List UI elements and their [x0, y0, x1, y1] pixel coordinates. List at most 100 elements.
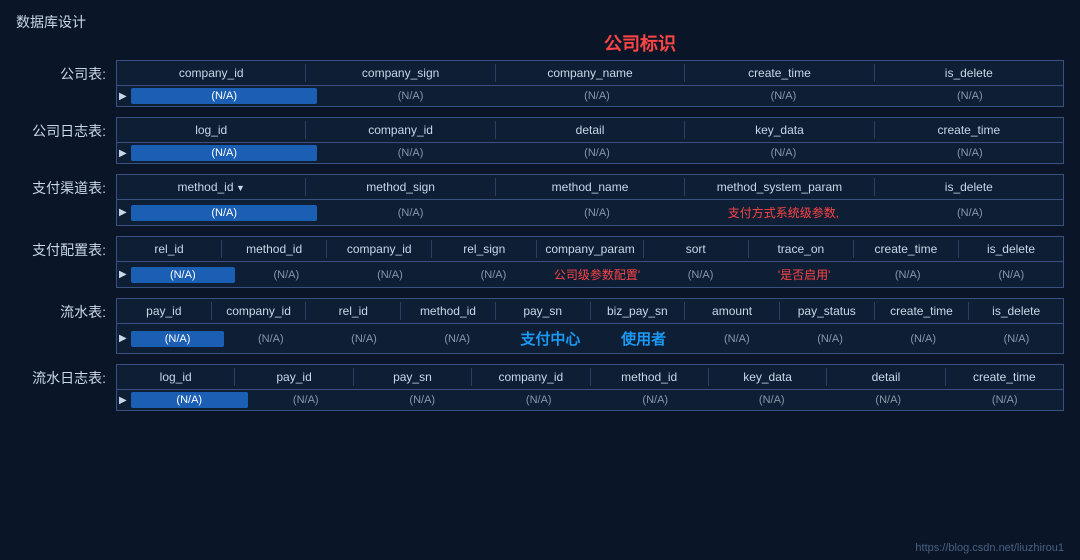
header-cell-1-3: key_data — [685, 121, 874, 139]
arrow-icon-5: ▶ — [117, 395, 131, 406]
header-cell-5-6: detail — [827, 368, 945, 386]
header-cell-2-4: is_delete — [875, 178, 1063, 196]
data-cell-2-2: (N/A) — [504, 205, 690, 221]
header-cell-3-1: method_id — [222, 240, 327, 258]
header-cell-5-1: pay_id — [235, 368, 353, 386]
table-label-1: 公司日志表: — [16, 117, 116, 141]
table-wrapper-0: company_idcompany_signcompany_namecreate… — [116, 60, 1064, 107]
table-header-4: pay_idcompany_idrel_idmethod_idpay_snbiz… — [117, 299, 1063, 324]
header-cell-2-3: method_system_param — [685, 178, 874, 196]
header-cell-4-0: pay_id — [117, 302, 212, 320]
table-row-3: 支付配置表:rel_idmethod_idcompany_idrel_signc… — [16, 236, 1064, 288]
data-cell-4-0: (N/A) — [131, 331, 224, 347]
header-cell-0-2: company_name — [496, 64, 685, 82]
data-cell-1-0: (N/A) — [131, 145, 317, 161]
data-cell-4-7: (N/A) — [783, 331, 876, 347]
data-cell-5-3: (N/A) — [481, 392, 598, 408]
header-cell-5-7: create_time — [946, 368, 1063, 386]
header-cell-5-0: log_id — [117, 368, 235, 386]
header-cell-0-3: create_time — [685, 64, 874, 82]
table-header-3: rel_idmethod_idcompany_idrel_signcompany… — [117, 237, 1063, 262]
data-cell-5-5: (N/A) — [714, 392, 831, 408]
company-sign-label: 公司标识 — [16, 30, 1064, 56]
header-cell-3-8: is_delete — [959, 240, 1063, 258]
page-title: 数据库设计 — [16, 12, 86, 32]
data-cell-3-4: 公司级参数配置' — [545, 264, 649, 285]
data-cell-1-1: (N/A) — [317, 145, 503, 161]
data-cell-3-8: (N/A) — [960, 267, 1064, 283]
table-label-3: 支付配置表: — [16, 236, 116, 260]
table-label-0: 公司表: — [16, 60, 116, 84]
header-cell-4-7: pay_status — [780, 302, 875, 320]
table-header-0: company_idcompany_signcompany_namecreate… — [117, 61, 1063, 86]
data-cell-4-8: (N/A) — [877, 331, 970, 347]
data-cell-4-9: (N/A) — [970, 331, 1063, 347]
tables-container: 公司表:company_idcompany_signcompany_namecr… — [16, 60, 1064, 411]
data-cell-2-3: 支付方式系统级参数, — [690, 202, 876, 223]
data-cell-4-1: (N/A) — [224, 331, 317, 347]
data-cell-0-0: (N/A) — [131, 88, 317, 104]
header-cell-4-2: rel_id — [306, 302, 401, 320]
header-cell-5-3: company_id — [472, 368, 590, 386]
header-cell-2-0: method_id — [117, 178, 306, 196]
data-row-2: ▶(N/A)(N/A)(N/A)支付方式系统级参数,(N/A) — [117, 200, 1063, 225]
data-cell-1-3: (N/A) — [690, 145, 876, 161]
data-cell-3-2: (N/A) — [338, 267, 442, 283]
table-label-5: 流水日志表: — [16, 364, 116, 388]
data-cell-0-1: (N/A) — [317, 88, 503, 104]
data-cell-4-3: (N/A) — [411, 331, 504, 347]
data-cell-1-4: (N/A) — [877, 145, 1063, 161]
data-cell-5-7: (N/A) — [947, 392, 1064, 408]
data-cell-3-6: '是否启用' — [752, 264, 856, 285]
table-header-2: method_idmethod_signmethod_namemethod_sy… — [117, 175, 1063, 200]
data-cell-0-3: (N/A) — [690, 88, 876, 104]
header-cell-3-5: sort — [644, 240, 749, 258]
header-cell-0-4: is_delete — [875, 64, 1063, 82]
arrow-icon-1: ▶ — [117, 148, 131, 159]
header-cell-1-0: log_id — [117, 121, 306, 139]
data-cell-5-1: (N/A) — [248, 392, 365, 408]
header-cell-3-6: trace_on — [749, 240, 854, 258]
data-cell-0-4: (N/A) — [877, 88, 1063, 104]
header-cell-0-0: company_id — [117, 64, 306, 82]
data-cell-3-3: (N/A) — [442, 267, 546, 283]
watermark: https://blog.csdn.net/liuzhirou1 — [915, 542, 1064, 554]
table-header-5: log_idpay_idpay_sncompany_idmethod_idkey… — [117, 365, 1063, 390]
table-row-1: 公司日志表:log_idcompany_iddetailkey_datacrea… — [16, 117, 1064, 164]
header-cell-1-1: company_id — [306, 121, 495, 139]
data-row-5: ▶(N/A)(N/A)(N/A)(N/A)(N/A)(N/A)(N/A)(N/A… — [117, 390, 1063, 410]
data-cell-0-2: (N/A) — [504, 88, 690, 104]
data-cell-3-1: (N/A) — [235, 267, 339, 283]
data-cell-4-5: 使用者 — [597, 326, 690, 351]
header-cell-3-3: rel_sign — [432, 240, 537, 258]
data-cell-2-0: (N/A) — [131, 205, 317, 221]
header-cell-3-0: rel_id — [117, 240, 222, 258]
main-container: 公司标识 公司表:company_idcompany_signcompany_n… — [16, 30, 1064, 540]
header-cell-4-3: method_id — [401, 302, 496, 320]
data-cell-5-6: (N/A) — [830, 392, 947, 408]
arrow-icon-2: ▶ — [117, 207, 131, 218]
table-label-2: 支付渠道表: — [16, 174, 116, 198]
data-row-3: ▶(N/A)(N/A)(N/A)(N/A)公司级参数配置'(N/A)'是否启用'… — [117, 262, 1063, 287]
table-label-4: 流水表: — [16, 298, 116, 322]
data-cell-5-0: (N/A) — [131, 392, 248, 408]
arrow-icon-4: ▶ — [117, 333, 131, 344]
header-cell-3-7: create_time — [854, 240, 959, 258]
header-cell-1-4: create_time — [875, 121, 1063, 139]
data-cell-3-0: (N/A) — [131, 267, 235, 283]
header-cell-4-1: company_id — [212, 302, 307, 320]
header-cell-4-5: biz_pay_sn — [591, 302, 686, 320]
data-cell-1-2: (N/A) — [504, 145, 690, 161]
table-wrapper-3: rel_idmethod_idcompany_idrel_signcompany… — [116, 236, 1064, 288]
data-cell-4-2: (N/A) — [317, 331, 410, 347]
data-cell-2-4: (N/A) — [877, 205, 1063, 221]
header-cell-4-4: pay_sn — [496, 302, 591, 320]
table-wrapper-1: log_idcompany_iddetailkey_datacreate_tim… — [116, 117, 1064, 164]
data-row-0: ▶(N/A)(N/A)(N/A)(N/A)(N/A) — [117, 86, 1063, 106]
table-row-2: 支付渠道表:method_idmethod_signmethod_namemet… — [16, 174, 1064, 226]
center-label: 公司标识 — [604, 34, 676, 54]
header-cell-5-2: pay_sn — [354, 368, 472, 386]
header-cell-5-4: method_id — [591, 368, 709, 386]
table-row-5: 流水日志表:log_idpay_idpay_sncompany_idmethod… — [16, 364, 1064, 411]
data-row-4: ▶(N/A)(N/A)(N/A)(N/A)支付中心使用者(N/A)(N/A)(N… — [117, 324, 1063, 353]
